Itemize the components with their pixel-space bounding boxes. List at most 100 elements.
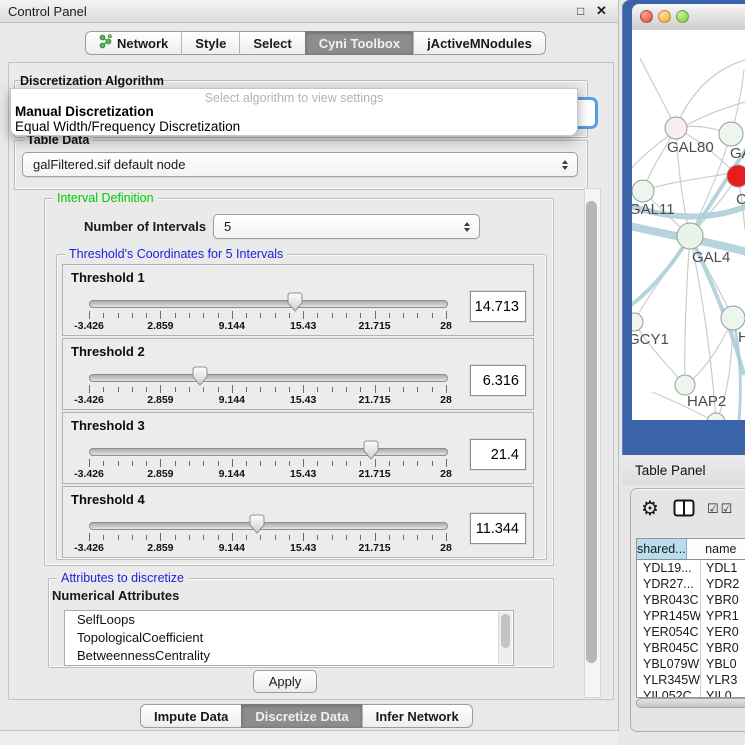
threshold-slider-track[interactable] — [89, 448, 448, 456]
option-equal-width-frequency[interactable]: Equal Width/Frequency Discretization — [15, 119, 240, 134]
cell-name[interactable]: YBL0 — [700, 657, 737, 671]
threshold-label: Threshold 3 — [71, 418, 145, 433]
table-row[interactable]: YPR145WYPR1 — [637, 608, 745, 624]
network-node-GA-node[interactable] — [719, 122, 743, 146]
network-node-GCY1[interactable] — [632, 313, 643, 331]
scrollbar-thumb[interactable] — [636, 698, 745, 708]
slider-tick — [203, 387, 204, 392]
tab-jactivemnodules[interactable]: jActiveMNodules — [413, 31, 546, 55]
slider-tick — [103, 313, 104, 318]
cell-name[interactable]: YDR2 — [700, 577, 739, 591]
network-node-GAL4[interactable] — [677, 223, 703, 249]
threshold-value-field[interactable]: 6.316 — [470, 365, 526, 396]
threshold-value-field[interactable]: 14.713 — [470, 291, 526, 322]
cell-shared-name[interactable]: YBL079W — [637, 657, 700, 671]
network-node-GAL80[interactable] — [665, 117, 687, 139]
tab-label: jActiveMNodules — [427, 36, 532, 51]
table-row[interactable]: YLR345WYLR3 — [637, 672, 745, 688]
cell-shared-name[interactable]: YBR045C — [637, 641, 700, 655]
tab-impute-data[interactable]: Impute Data — [140, 704, 241, 728]
scrollbar-thumb[interactable] — [586, 201, 597, 663]
cell-shared-name[interactable]: YER054C — [637, 625, 700, 639]
cell-name[interactable]: YLR3 — [700, 673, 737, 687]
tab-style[interactable]: Style — [181, 31, 239, 55]
slider-tick-label: 2.859 — [147, 468, 173, 480]
checkbox-icons[interactable]: ☑☑ — [707, 501, 734, 517]
panel-title: Control Panel — [8, 4, 87, 19]
network-node-red-node[interactable] — [727, 165, 745, 187]
threshold-slider-track[interactable] — [89, 300, 448, 308]
slider-tick — [175, 535, 176, 540]
cell-name[interactable]: YPR1 — [700, 609, 739, 623]
network-canvas[interactable]: GAL80GACGAL11GAL4GCY1HHAP2 — [632, 30, 745, 420]
network-node-GAL11[interactable] — [632, 180, 654, 202]
slider-tick-label: 21.715 — [359, 394, 391, 406]
threshold-slider-thumb[interactable] — [192, 366, 208, 386]
slider-tick — [289, 387, 290, 392]
slider-tick — [118, 313, 119, 318]
table-horizontal-scrollbar[interactable] — [636, 697, 745, 709]
threshold-value-field[interactable]: 21.4 — [470, 439, 526, 470]
table-row[interactable]: YBL079WYBL0 — [637, 656, 745, 672]
float-window-icon[interactable]: □ — [577, 4, 584, 18]
column-header-shared-name[interactable]: shared... — [637, 539, 687, 559]
cell-name[interactable]: YBR0 — [700, 641, 739, 655]
network-window-titlebar[interactable] — [632, 4, 745, 31]
apply-button[interactable]: Apply — [253, 670, 317, 693]
network-node-edge-node[interactable] — [707, 413, 725, 420]
columns-icon[interactable] — [673, 499, 695, 522]
number-of-intervals-combobox[interactable]: 5 — [213, 214, 480, 239]
column-header-name[interactable]: name — [687, 539, 745, 559]
attribute-item[interactable]: TopologicalCoefficient — [65, 629, 513, 647]
content-scrollbar[interactable] — [584, 188, 601, 698]
zoom-traffic-light-icon[interactable] — [676, 10, 689, 23]
network-node-H-node[interactable] — [721, 306, 745, 330]
minimize-traffic-light-icon[interactable] — [658, 10, 671, 23]
gear-icon[interactable]: ⚙ — [641, 496, 659, 521]
table-row[interactable]: YER054CYER0 — [637, 624, 745, 640]
close-traffic-light-icon[interactable] — [640, 10, 653, 23]
network-icon — [99, 34, 112, 52]
network-node-label: C — [736, 191, 745, 208]
threshold-value-field[interactable]: 11.344 — [470, 513, 526, 544]
tab-select[interactable]: Select — [239, 31, 304, 55]
node-table[interactable]: shared... name YDL19...YDL1YDR27...YDR2Y… — [636, 538, 745, 698]
scrollbar-thumb[interactable] — [501, 614, 510, 648]
threshold-slider-thumb[interactable] — [249, 514, 265, 534]
threshold-slider-track[interactable] — [89, 522, 448, 530]
cell-name[interactable]: YER0 — [700, 625, 739, 639]
cell-shared-name[interactable]: YLR345W — [637, 673, 700, 687]
table-data-combobox[interactable]: galFiltered.sif default node — [22, 152, 578, 177]
option-manual-discretization[interactable]: Manual Discretization — [15, 104, 154, 119]
slider-tick — [175, 387, 176, 392]
cell-shared-name[interactable]: YDL19... — [637, 561, 700, 575]
cell-shared-name[interactable]: YBR043C — [637, 593, 700, 607]
table-row[interactable]: YBR043CYBR0 — [637, 592, 745, 608]
slider-tick — [146, 461, 147, 466]
tab-cyni-toolbox[interactable]: Cyni Toolbox — [305, 31, 413, 55]
slider-tick-label: 21.715 — [359, 542, 391, 554]
network-node-HAP2[interactable] — [675, 375, 695, 395]
attributes-list[interactable]: SelfLoopsTopologicalCoefficientBetweenne… — [64, 610, 514, 666]
table-row[interactable]: YBR045CYBR0 — [637, 640, 745, 656]
slider-tick — [132, 387, 133, 392]
attribute-item[interactable]: BetweennessCentrality — [65, 647, 513, 665]
slider-tick — [175, 461, 176, 466]
table-row[interactable]: YDL19...YDL1 — [637, 560, 745, 576]
threshold-slider-thumb[interactable] — [363, 440, 379, 460]
cell-shared-name[interactable]: YDR27... — [637, 577, 700, 591]
close-icon[interactable]: ✕ — [596, 3, 607, 19]
cell-name[interactable]: YDL1 — [700, 561, 737, 575]
table-row[interactable]: YDR27...YDR2 — [637, 576, 745, 592]
tab-network[interactable]: Network — [85, 31, 181, 55]
slider-tick-label: 15.43 — [290, 394, 316, 406]
threshold-slider-thumb[interactable] — [287, 292, 303, 312]
attribute-item[interactable]: SelfLoops — [65, 611, 513, 629]
tab-infer-network[interactable]: Infer Network — [362, 704, 473, 728]
threshold-slider-track[interactable] — [89, 374, 448, 382]
tab-discretize-data[interactable]: Discretize Data — [241, 704, 361, 728]
attributes-scrollbar[interactable] — [498, 612, 512, 664]
cell-name[interactable]: YBR0 — [700, 593, 739, 607]
cell-shared-name[interactable]: YPR145W — [637, 609, 700, 623]
attributes-items: SelfLoopsTopologicalCoefficientBetweenne… — [65, 611, 513, 665]
